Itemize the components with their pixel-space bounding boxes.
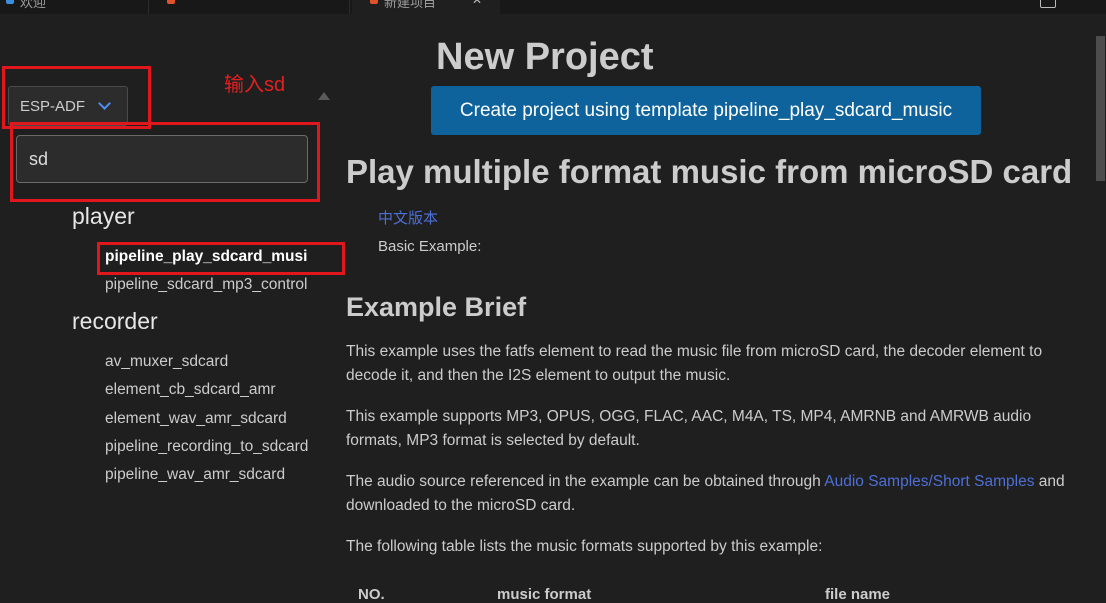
paragraph-text: The audio source referenced in the examp… xyxy=(346,473,825,490)
create-project-button[interactable]: Create project using template pipeline_p… xyxy=(431,86,981,135)
group-title-recorder: recorder xyxy=(72,308,158,334)
example-item[interactable]: element_wav_amr_sdcard xyxy=(105,410,287,428)
group-title-player: player xyxy=(72,203,135,229)
table-header: music format xyxy=(497,586,592,603)
tab-new-project[interactable]: 新建项目 ✕ xyxy=(352,0,500,14)
tab-label: 欢迎 xyxy=(20,0,47,10)
table-header: file name xyxy=(825,586,891,603)
arrow-up-icon[interactable] xyxy=(318,92,330,100)
audio-samples-link[interactable]: Audio Samples/Short Samples xyxy=(824,473,1034,490)
page-title: New Project xyxy=(436,36,654,78)
paragraph: The following table lists the music form… xyxy=(346,538,823,555)
close-icon[interactable]: ✕ xyxy=(472,0,482,7)
paragraph: This example supports MP3, OPUS, OGG, FL… xyxy=(346,408,1032,449)
editor-tab-bar: 欢迎 新建项目 ✕ xyxy=(0,0,1106,14)
chinese-version-link[interactable]: 中文版本 xyxy=(378,207,438,228)
search-input[interactable] xyxy=(16,135,308,183)
example-item-selected[interactable]: pipeline_play_sdcard_musi xyxy=(105,248,307,266)
example-item[interactable]: pipeline_sdcard_mp3_control xyxy=(105,276,308,294)
tab-second[interactable] xyxy=(149,0,350,14)
scrollbar-thumb[interactable] xyxy=(1096,36,1105,181)
table-header: NO. xyxy=(358,586,385,603)
annotation-note: 输入sd xyxy=(224,74,286,96)
example-item[interactable]: pipeline_recording_to_sdcard xyxy=(105,438,308,456)
split-editor-icon[interactable] xyxy=(1040,0,1056,8)
example-item[interactable]: element_cb_sdcard_amr xyxy=(105,381,276,399)
tab-label: 新建项目 xyxy=(384,0,437,10)
espressif-icon xyxy=(370,0,378,4)
tab-welcome[interactable]: 欢迎 xyxy=(0,0,149,14)
paragraph: This example uses the fatfs element to r… xyxy=(346,343,1043,384)
framework-select[interactable]: ESP-ADF xyxy=(8,86,128,126)
example-item[interactable]: pipeline_wav_amr_sdcard xyxy=(105,466,285,484)
framework-select-value: ESP-ADF xyxy=(20,98,86,115)
chevron-down-icon xyxy=(98,97,111,110)
basic-example-label: Basic Example: xyxy=(378,238,482,255)
readme-title: Play multiple format music from microSD … xyxy=(346,153,1073,190)
example-item[interactable]: av_muxer_sdcard xyxy=(105,353,228,371)
vscode-icon xyxy=(6,0,14,4)
espressif-icon xyxy=(167,0,175,4)
section-heading: Example Brief xyxy=(346,292,527,322)
paragraph: The audio source referenced in the examp… xyxy=(346,470,1066,518)
